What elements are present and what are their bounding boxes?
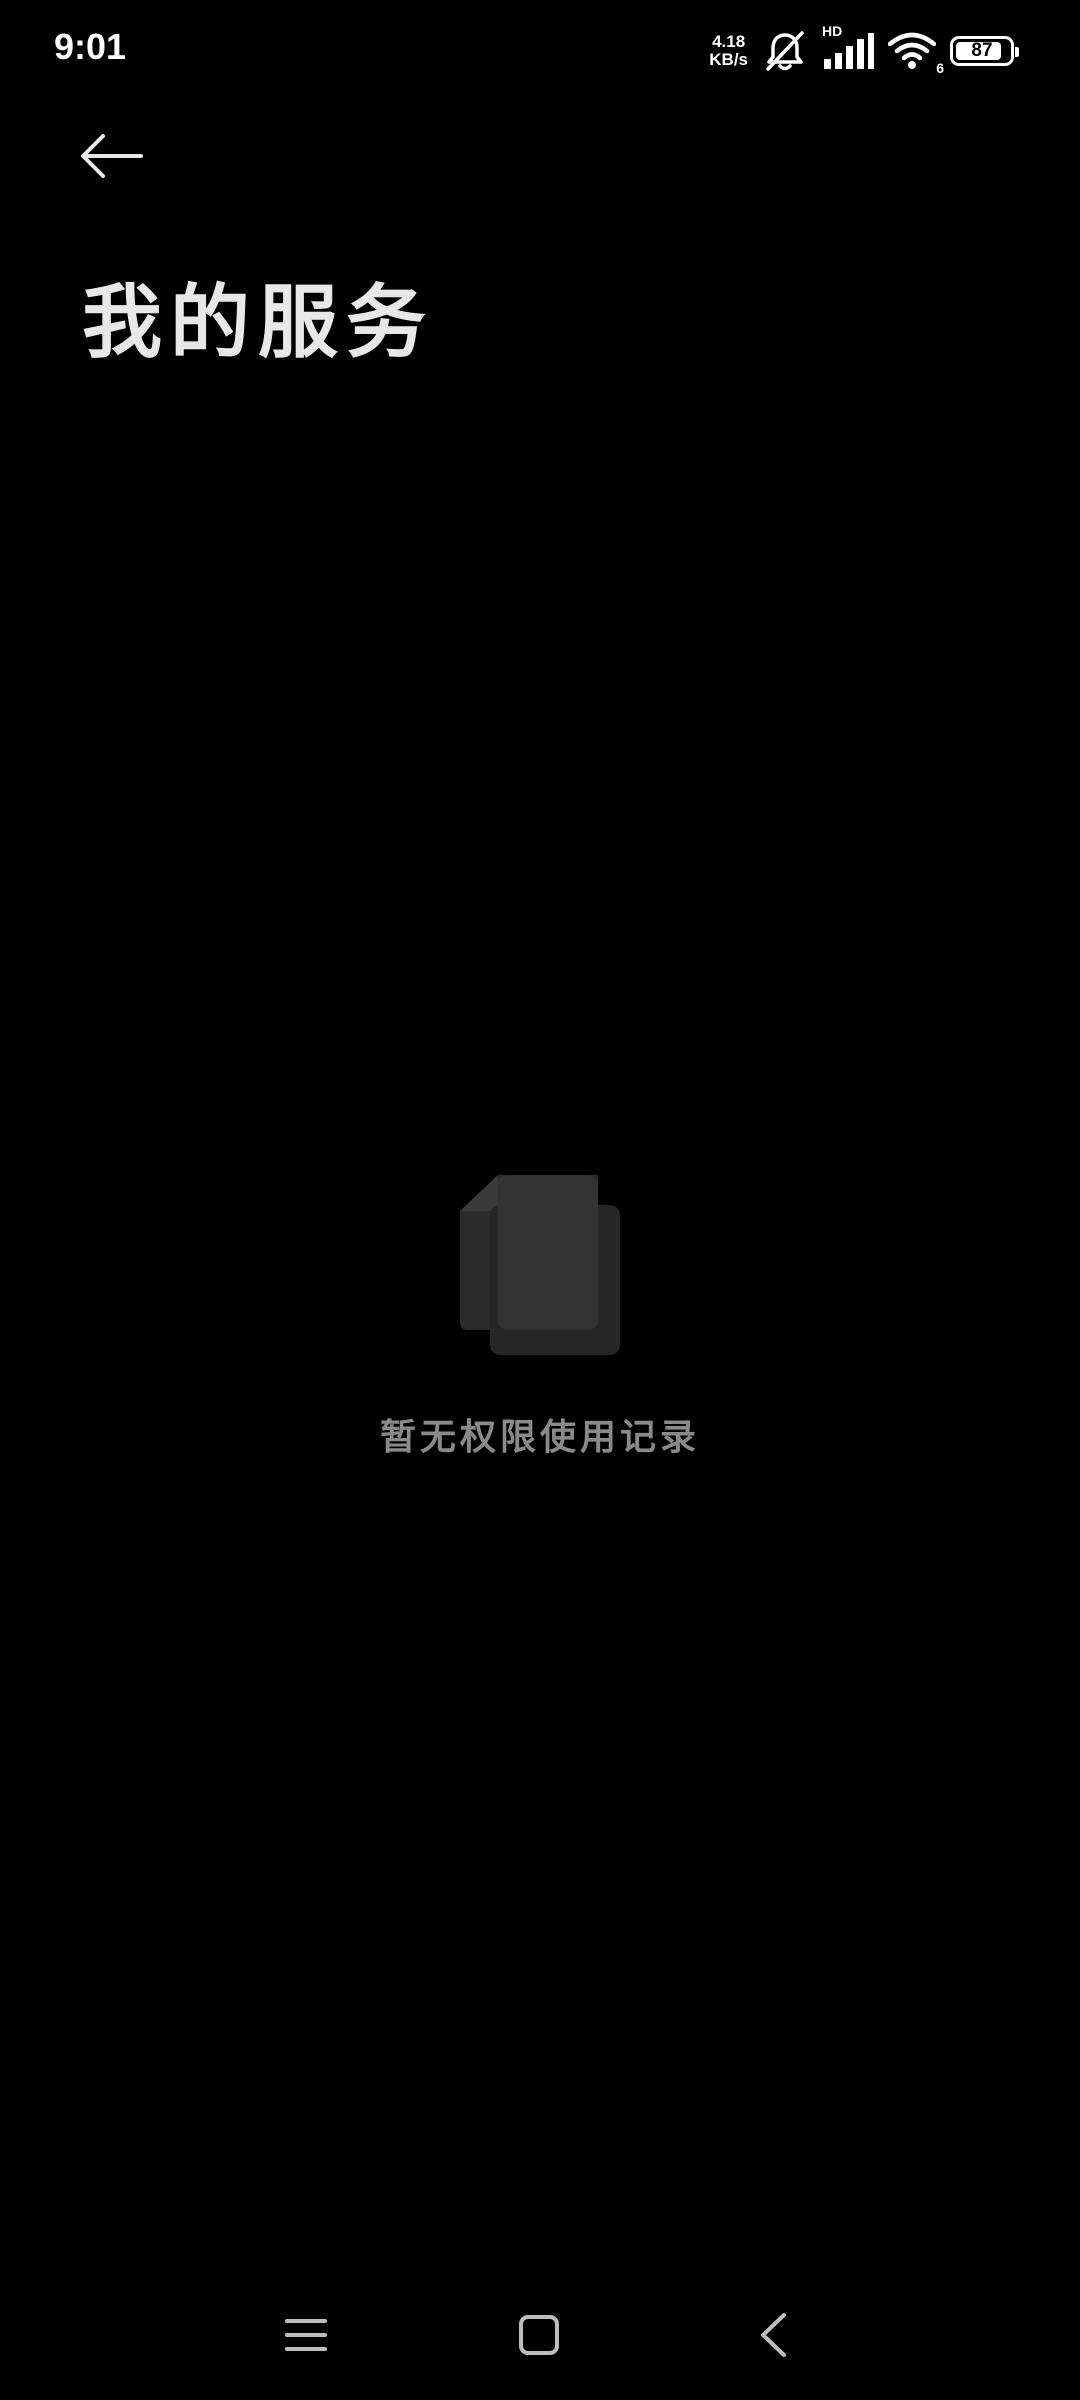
signal-hd-label: HD	[822, 23, 843, 39]
empty-documents-icon	[460, 1175, 620, 1355]
network-speed-unit: KB/s	[709, 50, 748, 69]
page-title: 我的服务	[82, 275, 434, 369]
wifi-standard-label: 6	[936, 60, 944, 76]
battery-level: 87	[971, 40, 993, 61]
network-speed-value: 4.18	[712, 32, 746, 51]
signal-icon: HD	[822, 23, 874, 71]
recent-apps-button[interactable]	[261, 2300, 351, 2370]
home-button[interactable]	[494, 2300, 584, 2370]
menu-icon	[285, 2317, 327, 2353]
back-button[interactable]	[70, 120, 154, 192]
mute-bell-icon	[762, 29, 808, 73]
status-icons: 4.18 KB/s HD 6 87	[709, 23, 1019, 76]
navigation-bar	[0, 2290, 1080, 2380]
empty-state-message: 暂无权限使用记录	[379, 1416, 700, 1458]
back-icon	[758, 2312, 788, 2358]
battery-icon: 87	[950, 36, 1019, 66]
status-bar: 9:01 4.18 KB/s HD 6 87	[0, 0, 1080, 100]
system-back-button[interactable]	[728, 2300, 818, 2370]
status-time: 9:01	[54, 26, 127, 67]
wifi-icon: 6	[888, 32, 944, 76]
home-icon	[518, 2314, 560, 2356]
arrow-left-icon	[79, 132, 145, 180]
network-speed: 4.18 KB/s	[709, 33, 748, 69]
